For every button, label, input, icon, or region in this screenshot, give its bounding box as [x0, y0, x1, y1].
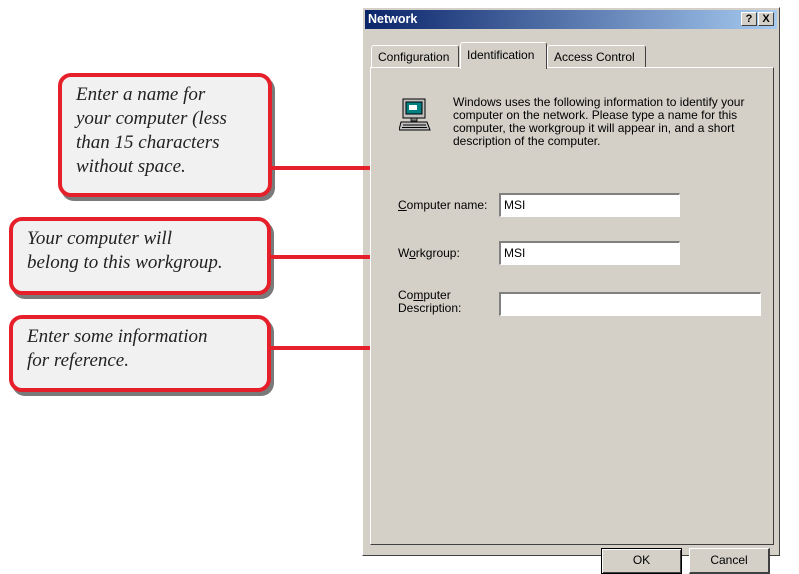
workgroup-field[interactable]: MSI — [499, 241, 680, 265]
label-text: omputer name: — [406, 198, 488, 212]
ok-button[interactable]: OK — [601, 548, 682, 574]
computer-name-label: Computer name: — [398, 198, 487, 212]
description-field[interactable] — [499, 292, 761, 316]
label-text: rkgroup: — [415, 246, 460, 260]
mnemonic: m — [413, 288, 424, 302]
cancel-button[interactable]: Cancel — [689, 548, 770, 574]
label-text: Co — [398, 288, 414, 302]
callout-line: than 15 characters — [76, 132, 220, 153]
callout-line: without space. — [76, 156, 186, 177]
callout-line: Enter a name for — [76, 84, 206, 105]
close-button[interactable]: X — [758, 12, 774, 26]
callout-line: for reference. — [27, 350, 129, 371]
tab-configuration[interactable]: Configuration — [371, 45, 459, 67]
tab-identification[interactable]: Identification — [460, 42, 547, 69]
description-label: Computer Description: — [398, 289, 461, 315]
computer-icon — [399, 98, 431, 131]
callout-description: Enter some information for reference. — [9, 315, 271, 392]
callout-line: Enter some information — [27, 326, 208, 347]
label-text: Description: — [398, 301, 462, 315]
label-text: W — [398, 246, 410, 260]
mnemonic: o — [409, 246, 416, 260]
callout-computer-name: Enter a name for your computer (less tha… — [58, 73, 272, 197]
title-bar[interactable]: Network ? X — [365, 10, 777, 29]
dialog-title: Network — [368, 12, 418, 26]
info-text: Windows uses the following information t… — [453, 95, 745, 148]
tab-access-control[interactable]: Access Control — [547, 45, 646, 67]
callout-line: belong to this workgroup. — [27, 252, 223, 273]
callout-workgroup: Your computer will belong to this workgr… — [9, 217, 271, 295]
network-dialog: Network ? X Configuration Identification… — [362, 7, 780, 574]
callout-line: your computer (less — [76, 108, 227, 129]
mnemonic: C — [398, 198, 407, 212]
computer-name-field[interactable]: MSI — [499, 193, 680, 217]
identification-panel: Windows uses the following information t… — [370, 67, 774, 545]
workgroup-label: Workgroup: — [398, 246, 460, 260]
callout-line: Your computer will — [27, 228, 172, 249]
label-text: puter — [423, 288, 451, 302]
help-button[interactable]: ? — [741, 12, 757, 26]
